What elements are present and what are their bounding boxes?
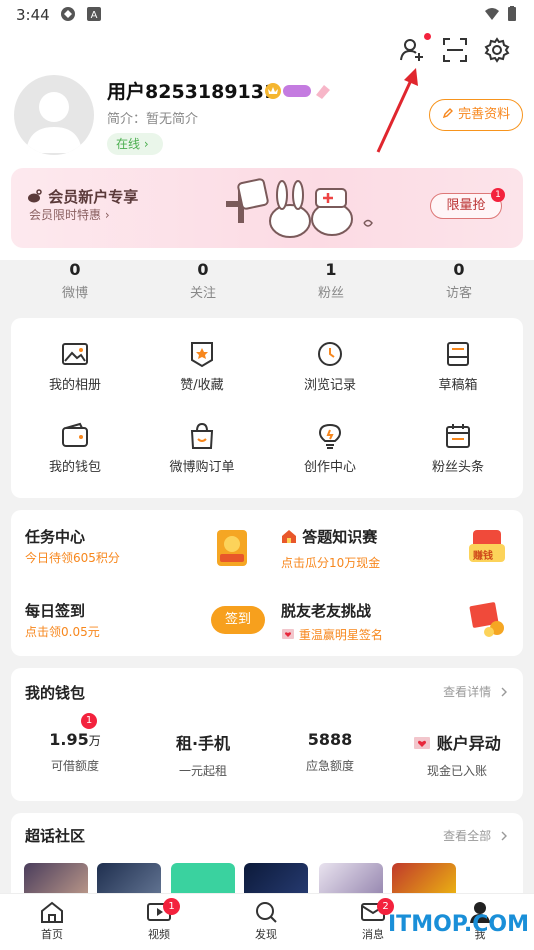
vip-subtitle: 会员限时特惠 › bbox=[29, 208, 110, 222]
like-collect-icon bbox=[191, 342, 213, 368]
wallet-emergency[interactable]: 5888 应急额度 bbox=[275, 730, 385, 774]
scan-icon[interactable] bbox=[441, 36, 469, 64]
avatar[interactable] bbox=[14, 75, 94, 155]
grid-item-orders[interactable]: 微博购订单 bbox=[152, 422, 252, 475]
bulb-icon bbox=[318, 423, 342, 449]
weibo-logo-icon bbox=[28, 189, 42, 203]
grid-item-history[interactable]: 浏览记录 bbox=[280, 340, 380, 393]
home-icon bbox=[41, 901, 63, 923]
wallet-rent-phone[interactable]: 租·手机 一元起租 bbox=[148, 730, 258, 779]
bunny-illustration-icon bbox=[226, 178, 373, 238]
feature-grid-card: 我的相册 赞/收藏 浏览记录 草稿箱 我的钱包 微博购订单 创作中心 粉丝头条 bbox=[11, 318, 523, 498]
vip-button-badge: 1 bbox=[491, 188, 505, 202]
vip-title: 会员新户专享 bbox=[27, 186, 138, 207]
bio: 简介：暂无简介 bbox=[107, 112, 199, 127]
checkin-title[interactable]: 每日签到 bbox=[25, 600, 85, 621]
video-badge: 1 bbox=[163, 898, 180, 915]
edit-profile-button[interactable]: 完善资料 bbox=[429, 99, 523, 131]
grid-item-wallet[interactable]: 我的钱包 bbox=[25, 422, 125, 475]
grid-item-album[interactable]: 我的相册 bbox=[25, 340, 125, 393]
vip-banner[interactable]: 会员新户专享 会员限时特惠 › 限量抢 1 bbox=[11, 168, 523, 248]
stat-followers[interactable]: 1 粉丝 bbox=[291, 260, 371, 301]
shopping-bag-icon bbox=[190, 422, 214, 449]
wallet-title: 我的钱包 bbox=[25, 684, 86, 702]
challenge-sub: 重温赢明星签名 bbox=[281, 626, 383, 643]
stat-visitors[interactable]: 0 访客 bbox=[419, 260, 499, 301]
grid-item-headline[interactable]: 粉丝头条 bbox=[408, 422, 508, 475]
house-icon bbox=[282, 530, 296, 543]
stat-following[interactable]: 0 关注 bbox=[163, 260, 243, 301]
super-topic-card: 超话社区 查看全部 bbox=[11, 813, 523, 903]
wallet-icon bbox=[62, 422, 88, 447]
status-time: 3:44 bbox=[16, 6, 50, 24]
checkin-button[interactable]: 签到 bbox=[211, 606, 265, 634]
wallet-account-change[interactable]: 账户异动 现金已入账 bbox=[402, 730, 512, 779]
add-friend-dot bbox=[424, 33, 431, 40]
username[interactable]: 用户8253189131 bbox=[107, 77, 277, 104]
checkin-sub: 点击领0.05元 bbox=[25, 625, 100, 639]
photo-album-icon bbox=[62, 343, 88, 365]
envelope-heart-icon bbox=[282, 629, 294, 639]
grid-item-creator[interactable]: 创作中心 bbox=[280, 422, 380, 475]
challenge-title[interactable]: 脱友老友挑战 bbox=[281, 600, 371, 621]
vip-badges-icon[interactable] bbox=[264, 80, 334, 102]
wallet-badge: 1 bbox=[81, 713, 97, 729]
grid-item-drafts[interactable]: 草稿箱 bbox=[408, 340, 508, 393]
quiz-title[interactable]: 答题知识赛 bbox=[281, 526, 377, 547]
gift-box-icon bbox=[469, 602, 504, 637]
nav-discover[interactable]: 发现 bbox=[236, 900, 296, 942]
wallet-card: 我的钱包 查看详情 1 1.95万 可借额度 租·手机 一元起租 5888 应急… bbox=[11, 668, 523, 801]
task-center-title[interactable]: 任务中心 bbox=[25, 526, 85, 547]
envelope-heart-icon bbox=[414, 737, 431, 749]
tasks-card: 任务中心 今日待领605积分 答题知识赛 点击瓜分10万现金 赚钱 每日签到 点… bbox=[11, 510, 523, 656]
headline-icon bbox=[446, 424, 470, 448]
status-bar: 3:44 A bbox=[0, 0, 534, 30]
wallet-credit[interactable]: 1.95万 可借额度 bbox=[20, 730, 130, 774]
online-status[interactable]: 在线 › bbox=[107, 133, 163, 155]
watermark-logo: ITMOP.COM bbox=[388, 912, 529, 937]
stats-row: 0 微博 0 关注 1 粉丝 0 访客 bbox=[0, 260, 534, 312]
nav-home[interactable]: 首页 bbox=[22, 900, 82, 942]
points-coin-icon bbox=[217, 530, 247, 566]
super-topic-all-link[interactable]: 查看全部 bbox=[443, 827, 509, 844]
app-notification-icon bbox=[61, 7, 75, 21]
settings-gear-icon[interactable] bbox=[483, 36, 511, 64]
discover-icon bbox=[256, 902, 277, 923]
svg-text:A: A bbox=[91, 10, 98, 21]
chevron-right-icon bbox=[501, 831, 507, 841]
battery-icon bbox=[508, 6, 516, 21]
edit-profile-label: 完善资料 bbox=[458, 107, 511, 122]
quiz-sub: 点击瓜分10万现金 bbox=[281, 556, 381, 570]
annotation-arrow bbox=[376, 68, 418, 153]
grid-item-likes[interactable]: 赞/收藏 bbox=[152, 340, 252, 393]
a-notification-icon: A bbox=[87, 7, 101, 21]
pencil-icon bbox=[442, 108, 453, 119]
super-topic-title: 超话社区 bbox=[25, 827, 86, 845]
default-avatar-icon bbox=[26, 92, 82, 153]
nav-video[interactable]: 视频 1 bbox=[129, 898, 189, 942]
drafts-icon bbox=[447, 342, 469, 366]
earn-money-icon: 赚钱 bbox=[467, 528, 507, 564]
wifi-icon bbox=[485, 8, 499, 20]
history-icon bbox=[318, 342, 342, 366]
stat-weibo[interactable]: 0 微博 bbox=[35, 260, 115, 301]
chevron-right-icon bbox=[501, 687, 507, 697]
task-center-sub: 今日待领605积分 bbox=[25, 551, 120, 565]
wallet-detail-link[interactable]: 查看详情 bbox=[443, 683, 509, 700]
